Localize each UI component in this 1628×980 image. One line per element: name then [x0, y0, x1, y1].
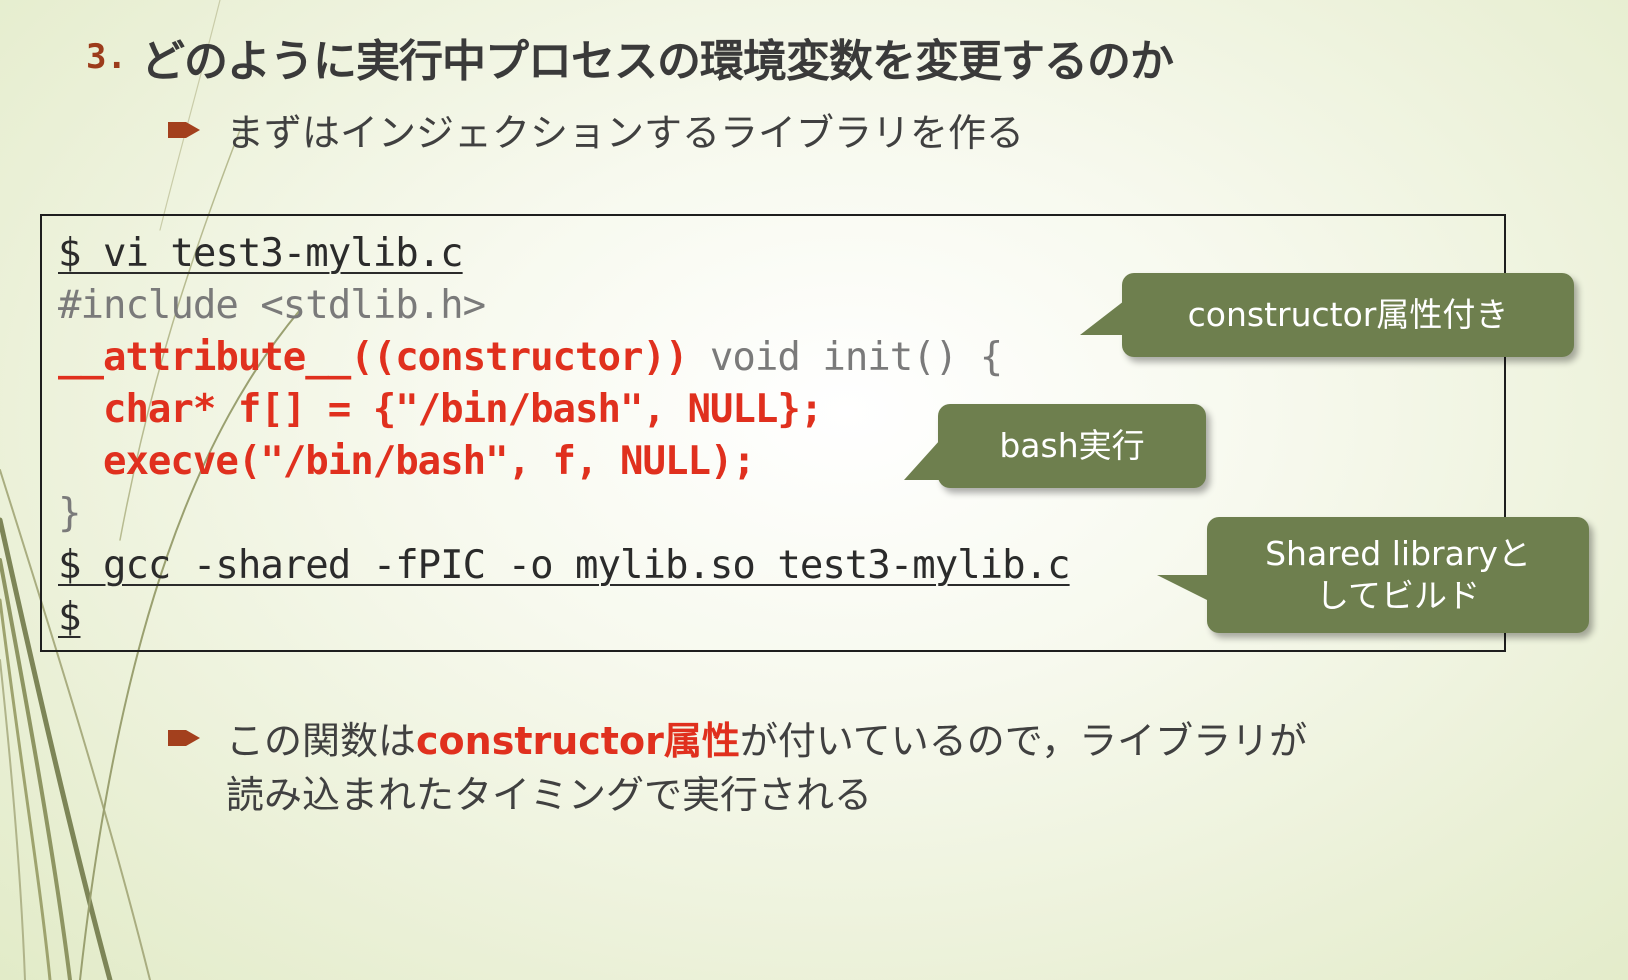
slide-title: 3. どのように実行中プロセスの環境変数を変更するのか [86, 22, 1174, 92]
code-line-5: execve("/bin/bash", f, NULL); [58, 439, 756, 484]
callout-constructor-text: constructor属性付き [1187, 295, 1509, 334]
callout-bash-text: bash実行 [999, 426, 1145, 465]
callout-constructor: constructor属性付き [1080, 273, 1574, 357]
callout-bash: bash実行 [904, 404, 1206, 488]
code-line-8: $ [58, 595, 82, 640]
code-line-4: char* f[] = {"/bin/bash", NULL}; [58, 387, 823, 432]
bullet-2-line2: 読み込まれたタイミングで実行される [226, 773, 873, 817]
bullet-2-highlight: constructor属性 [416, 719, 740, 763]
bullet-1-text: まずはインジェクションするライブラリを作る [226, 111, 1025, 155]
bullet-2: この関数はconstructor属性が付いているので，ライブラリが 読み込まれた… [168, 714, 1307, 822]
bullet-2-after: が付いているので，ライブラリが [739, 719, 1308, 763]
code-line-6: } [58, 491, 82, 536]
callout-shared-line-2: してビルド [1315, 576, 1480, 615]
title-number: 3. [86, 37, 127, 77]
bullet-2-text: この関数はconstructor属性が付いているので，ライブラリが 読み込まれた… [226, 714, 1307, 822]
code-line-2: #include <stdlib.h> [58, 283, 486, 328]
title-text: どのように実行中プロセスの環境変数を変更するのか [140, 36, 1174, 87]
bullet-1: まずはインジェクションするライブラリを作る [168, 106, 1024, 160]
code-attribute: __attribute__((constructor)) [58, 335, 688, 380]
arrow-bullet-icon [168, 122, 200, 138]
bullet-2-before: この関数は [226, 719, 417, 763]
callout-shared-library: Shared libraryと してビルド [1157, 517, 1589, 633]
code-function-signature: void init() { [687, 335, 1003, 380]
code-line-1: $ vi test3-mylib.c [58, 231, 464, 276]
callout-shared-line-1: Shared libraryと [1265, 534, 1531, 573]
code-line-7: $ gcc -shared -fPIC -o mylib.so test3-my… [58, 543, 1071, 588]
code-line-3: __attribute__((constructor)) void init()… [58, 332, 1003, 384]
arrow-bullet-icon [168, 730, 200, 746]
